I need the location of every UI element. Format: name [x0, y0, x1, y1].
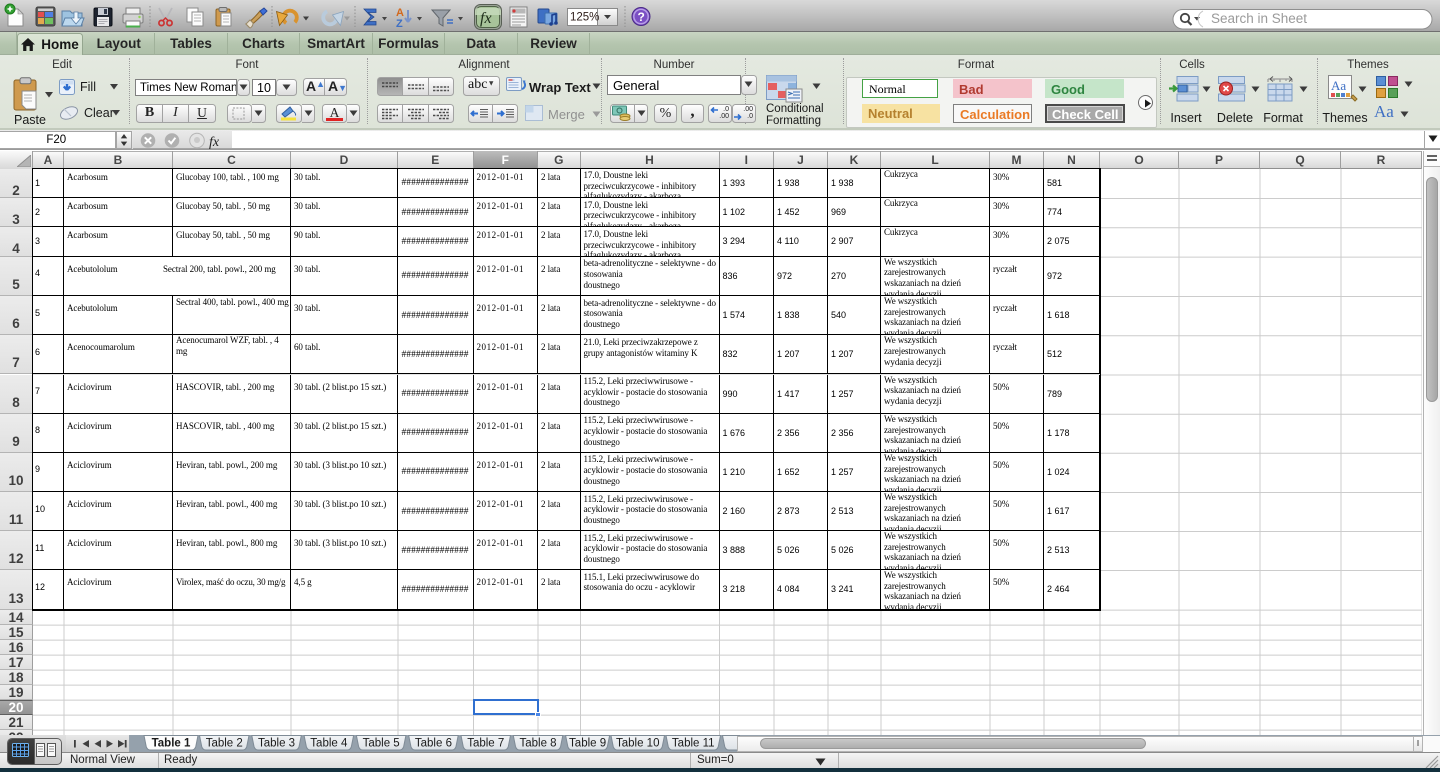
svg-text:Table 2: Table 2 [206, 738, 243, 750]
svg-text:125%: 125% [570, 12, 599, 24]
svg-text:Table 9: Table 9 [569, 738, 606, 750]
svg-text:?: ? [638, 10, 645, 24]
svg-text:Table 1: Table 1 [152, 738, 191, 750]
svg-text:fx: fx [209, 135, 220, 150]
svg-text:Search in Sheet: Search in Sheet [1211, 11, 1307, 26]
svg-text:Table 6: Table 6 [415, 738, 452, 750]
svg-text:Table 10: Table 10 [616, 738, 659, 750]
svg-text:Table 3: Table 3 [258, 738, 295, 750]
svg-text:Table 7: Table 7 [467, 738, 504, 750]
svg-text:Table 5: Table 5 [363, 738, 400, 750]
svg-text:fx: fx [480, 10, 492, 27]
svg-text:Aa: Aa [1331, 78, 1346, 93]
svg-text:Z: Z [396, 18, 403, 30]
svg-text:Table 11: Table 11 [672, 738, 715, 750]
svg-text:Table 8: Table 8 [520, 738, 557, 750]
svg-text:Table 4: Table 4 [310, 738, 348, 750]
